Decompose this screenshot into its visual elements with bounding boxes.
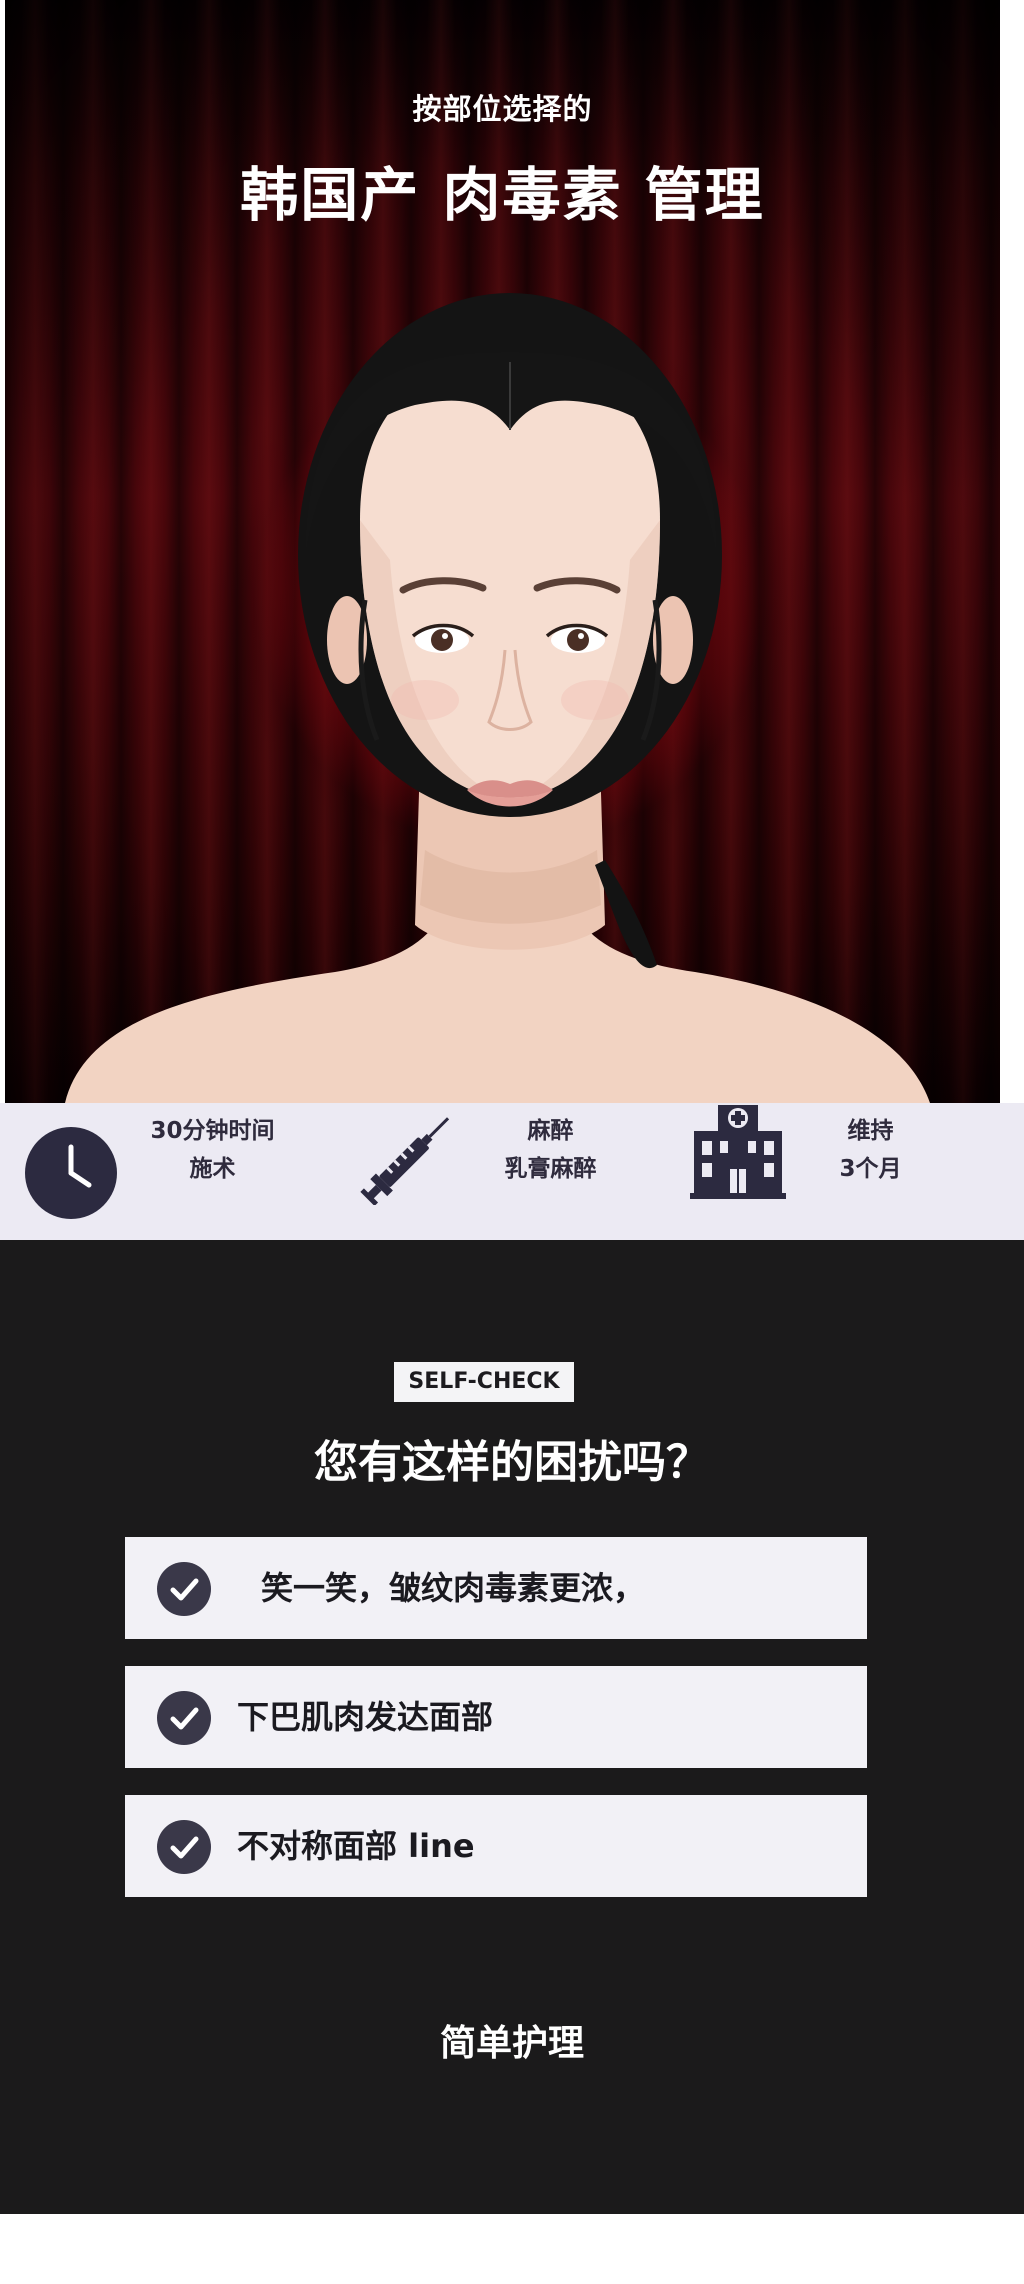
check-item: 下巴肌肉发达面部 — [125, 1666, 867, 1768]
hero-title: 韩国产 肉毒素 管理 — [240, 161, 765, 229]
check-item: 不对称面部 line — [125, 1795, 867, 1897]
check-item-label: 不对称面部 line — [237, 1827, 475, 1865]
feature-anesthesia-line1: 麻醉 — [527, 1118, 574, 1144]
self-check-badge: SELF-CHECK — [394, 1362, 574, 1402]
feature-anesthesia: 麻醉 乳膏麻醉 — [488, 1112, 613, 1188]
clock-icon — [25, 1127, 117, 1219]
feature-duration: 维持 3个月 — [808, 1112, 933, 1188]
self-check-question: 您有这样的困扰吗？ — [314, 1437, 710, 1488]
feature-bar: 30分钟时间 施术 麻醉 乳膏麻醉 维持 3个月 — [0, 1103, 1024, 1240]
hero-subtitle: 按部位选择的 — [412, 92, 593, 126]
self-check-section: SELF-CHECK 您有这样的困扰吗？ 笑一笑，皱纹肉毒素更浓， 下巴肌肉发达… — [0, 1240, 1024, 2214]
simple-care-heading: 简单护理 — [439, 2023, 584, 2064]
feature-time: 30分钟时间 施术 — [140, 1112, 285, 1188]
checkmark-icon — [157, 1691, 211, 1745]
feature-time-line1: 30分钟时间 — [150, 1118, 275, 1144]
feature-anesthesia-line2: 乳膏麻醉 — [504, 1156, 597, 1182]
feature-duration-line1: 维持 — [847, 1118, 894, 1144]
check-item-label: 下巴肌肉发达面部 — [237, 1698, 494, 1736]
feature-time-line2: 施术 — [189, 1156, 236, 1182]
hospital-icon — [690, 1105, 786, 1199]
checkmark-icon — [157, 1820, 211, 1874]
check-item: 笑一笑，皱纹肉毒素更浓， — [125, 1537, 867, 1639]
feature-duration-line2: 3个月 — [839, 1156, 902, 1182]
page: 按部位选择的 韩国产 肉毒素 管理 30分钟时间 施术 麻醉 乳膏麻醉 维持 3… — [0, 0, 1024, 2284]
checkmark-icon — [157, 1562, 211, 1616]
hero-banner: 按部位选择的 韩国产 肉毒素 管理 — [5, 0, 1000, 1103]
syringe-icon — [360, 1117, 450, 1205]
check-item-label: 笑一笑，皱纹肉毒素更浓， — [261, 1569, 646, 1607]
